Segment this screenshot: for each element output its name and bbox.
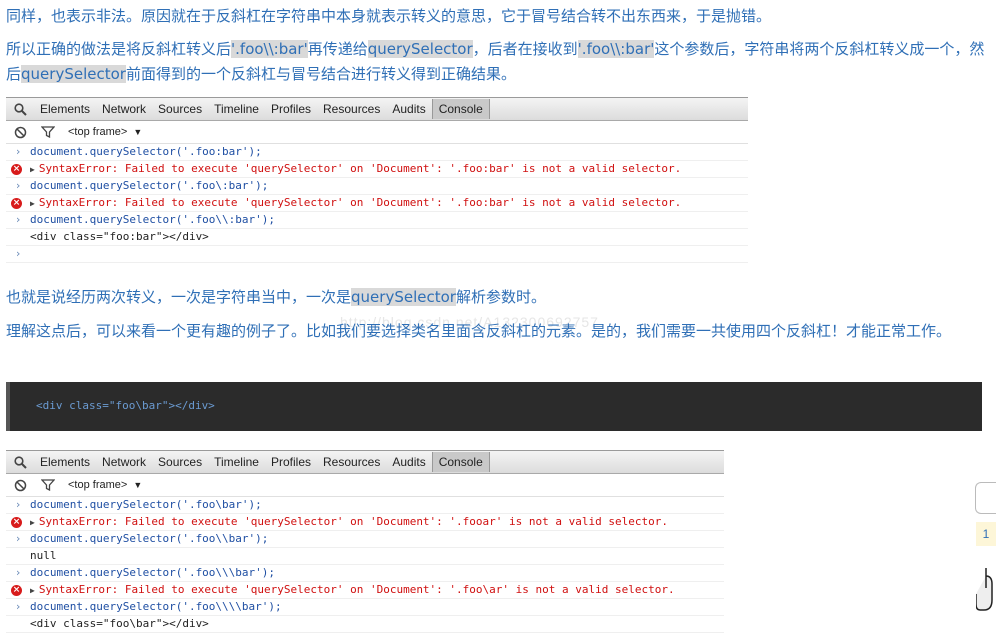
console-line-text: document.querySelector('.foo:bar'); [30,145,262,158]
chevron-down-icon[interactable]: ▼ [133,480,142,490]
tab-resources[interactable]: Resources [317,98,386,120]
console-line-cmd: › document.querySelector('.foo:bar'); [6,144,748,161]
console-line-text: <div class="foo:bar"></div> [30,230,209,243]
console-line-res: <div class="foo\bar"></div> [6,616,724,633]
console-line-res: <div class="foo:bar"></div> [6,229,748,246]
hand-cursor-icon [975,566,996,616]
console-line-err[interactable]: × ▶ SyntaxError: Failed to execute 'queryS… [6,582,724,599]
tab-timeline[interactable]: Timeline [208,98,265,120]
p2-code-3: '.foo\\:bar' [577,40,655,58]
console-line-prompt[interactable]: › [6,246,748,263]
code-block: <div class="foo\bar"></div> [6,382,982,431]
p2-text-i: 前面得到的一个反斜杠与冒号结合进行转义得到正确结果。 [125,65,516,83]
console-line-text: document.querySelector('.foo\\:bar'); [30,213,276,226]
console-line-cmd: › document.querySelector('.foo\bar'); [6,497,724,514]
tab-elements[interactable]: Elements [34,451,96,473]
console-line-cmd: › document.querySelector('.foo\:bar'); [6,178,748,195]
console-output-1: › document.querySelector('.foo:bar'); × ▶ Sy… [6,144,748,263]
tab-sources[interactable]: Sources [152,451,208,473]
p3-text-c: 解析参数时。 [455,288,546,306]
console-line-text: document.querySelector('.foo\\\bar'); [30,566,276,579]
p2-text-a: 所以正确的做法是将反斜杠转义后 [6,40,232,58]
error-icon: × [11,517,22,528]
tab-audits[interactable]: Audits [386,98,431,120]
console-output-2: › document.querySelector('.foo\bar'); × ▶ Sy… [6,497,724,633]
p2-code-4: querySelector [21,65,126,83]
console-line-text: document.querySelector('.foo\:bar'); [30,179,269,192]
devtools-tabbar: Elements Network Sources Timeline Profil… [6,97,748,121]
prompt-chevron-icon: › [14,600,22,613]
expand-triangle-icon[interactable]: ▶ [30,586,35,595]
frame-selector[interactable]: <top frame> [68,479,127,491]
console-line-err[interactable]: × ▶ SyntaxError: Failed to execute 'queryS… [6,195,748,212]
side-widget[interactable] [975,482,996,514]
error-icon: × [11,198,22,209]
console-line-err[interactable]: × ▶ SyntaxError: Failed to execute 'queryS… [6,514,724,531]
prompt-chevron-icon: › [14,498,22,511]
console-line-text: SyntaxError: Failed to execute 'querySel… [38,162,682,175]
expand-triangle-icon[interactable]: ▶ [30,199,35,208]
code-snippet: <div class="foo\bar"></div> [36,399,215,412]
console-line-cmd: › document.querySelector('.foo\\\bar'); [6,565,724,582]
devtools-tabbar: Elements Network Sources Timeline Profil… [6,450,724,474]
devtools-panel-1: Elements Network Sources Timeline Profil… [6,97,748,263]
tab-resources[interactable]: Resources [317,451,386,473]
expand-triangle-icon[interactable]: ▶ [30,518,35,527]
console-line-cmd: › document.querySelector('.foo\\bar'); [6,531,724,548]
p3-text-a: 也就是说经历两次转义，一次是字符串当中，一次是 [6,288,352,306]
console-line-text: SyntaxError: Failed to execute 'querySel… [38,583,675,596]
console-line-cmd: › document.querySelector('.foo\\\\bar'); [6,599,724,616]
tab-console[interactable]: Console [431,452,490,472]
filter-icon[interactable] [34,126,62,138]
prompt-chevron-icon: › [14,566,22,579]
tab-audits[interactable]: Audits [386,451,431,473]
console-line-text: document.querySelector('.foo\\\\bar'); [30,600,282,613]
tab-console[interactable]: Console [431,99,490,119]
search-icon[interactable] [6,102,34,116]
prompt-chevron-icon: › [14,532,22,545]
prompt-chevron-icon: › [14,247,22,260]
p3-code: querySelector [351,288,456,306]
prompt-chevron-icon: › [14,145,22,158]
frame-selector[interactable]: <top frame> [68,126,127,138]
tab-sources[interactable]: Sources [152,98,208,120]
paragraph-2: 所以正确的做法是将反斜杠转义后'.foo\\:bar'再传递给querySele… [6,37,990,87]
tab-profiles[interactable]: Profiles [265,98,317,120]
clear-console-icon[interactable] [6,126,34,139]
error-icon: × [11,585,22,596]
console-toolbar: <top frame> ▼ [6,121,748,144]
tab-timeline[interactable]: Timeline [208,451,265,473]
clear-console-icon[interactable] [6,479,34,492]
console-line-text: document.querySelector('.foo\\bar'); [30,532,269,545]
p2-text-e: ，后者在接收到 [472,40,578,58]
console-line-text: <div class="foo\bar"></div> [30,617,209,630]
filter-icon[interactable] [34,479,62,491]
p2-text-c: 再传递给 [307,40,368,58]
tab-network[interactable]: Network [96,451,152,473]
console-line-err[interactable]: × ▶ SyntaxError: Failed to execute 'queryS… [6,161,748,178]
console-line-text: null [30,549,57,562]
error-icon: × [11,164,22,175]
paragraph-4: 理解这点后，可以来看一个更有趣的例子了。比如我们要选择类名里面含反斜杠的元素。是… [6,322,952,340]
devtools-panel-2: Elements Network Sources Timeline Profil… [6,450,724,633]
tab-profiles[interactable]: Profiles [265,451,317,473]
console-line-text: SyntaxError: Failed to execute 'querySel… [38,196,682,209]
prompt-chevron-icon: › [14,179,22,192]
console-line-text: document.querySelector('.foo\bar'); [30,498,262,511]
console-line-cmd: › document.querySelector('.foo\\:bar'); [6,212,748,229]
console-toolbar: <top frame> ▼ [6,474,724,497]
console-line-res: null [6,548,724,565]
tab-network[interactable]: Network [96,98,152,120]
search-icon[interactable] [6,455,34,469]
prompt-chevron-icon: › [14,213,22,226]
p2-code-1: '.foo\\:bar' [231,40,308,58]
console-line-text: SyntaxError: Failed to execute 'querySel… [38,515,668,528]
p2-code-2: querySelector [367,40,473,58]
paragraph-1: 同样，也表示非法。原因就在于反斜杠在字符串中本身就表示转义的意思，它于冒号结合转… [6,7,772,25]
tab-elements[interactable]: Elements [34,98,96,120]
expand-triangle-icon[interactable]: ▶ [30,165,35,174]
paragraph-3: 也就是说经历两次转义，一次是字符串当中，一次是querySelector解析参数… [6,285,990,310]
chevron-down-icon[interactable]: ▼ [133,127,142,137]
side-counter[interactable]: 1 [976,522,996,546]
